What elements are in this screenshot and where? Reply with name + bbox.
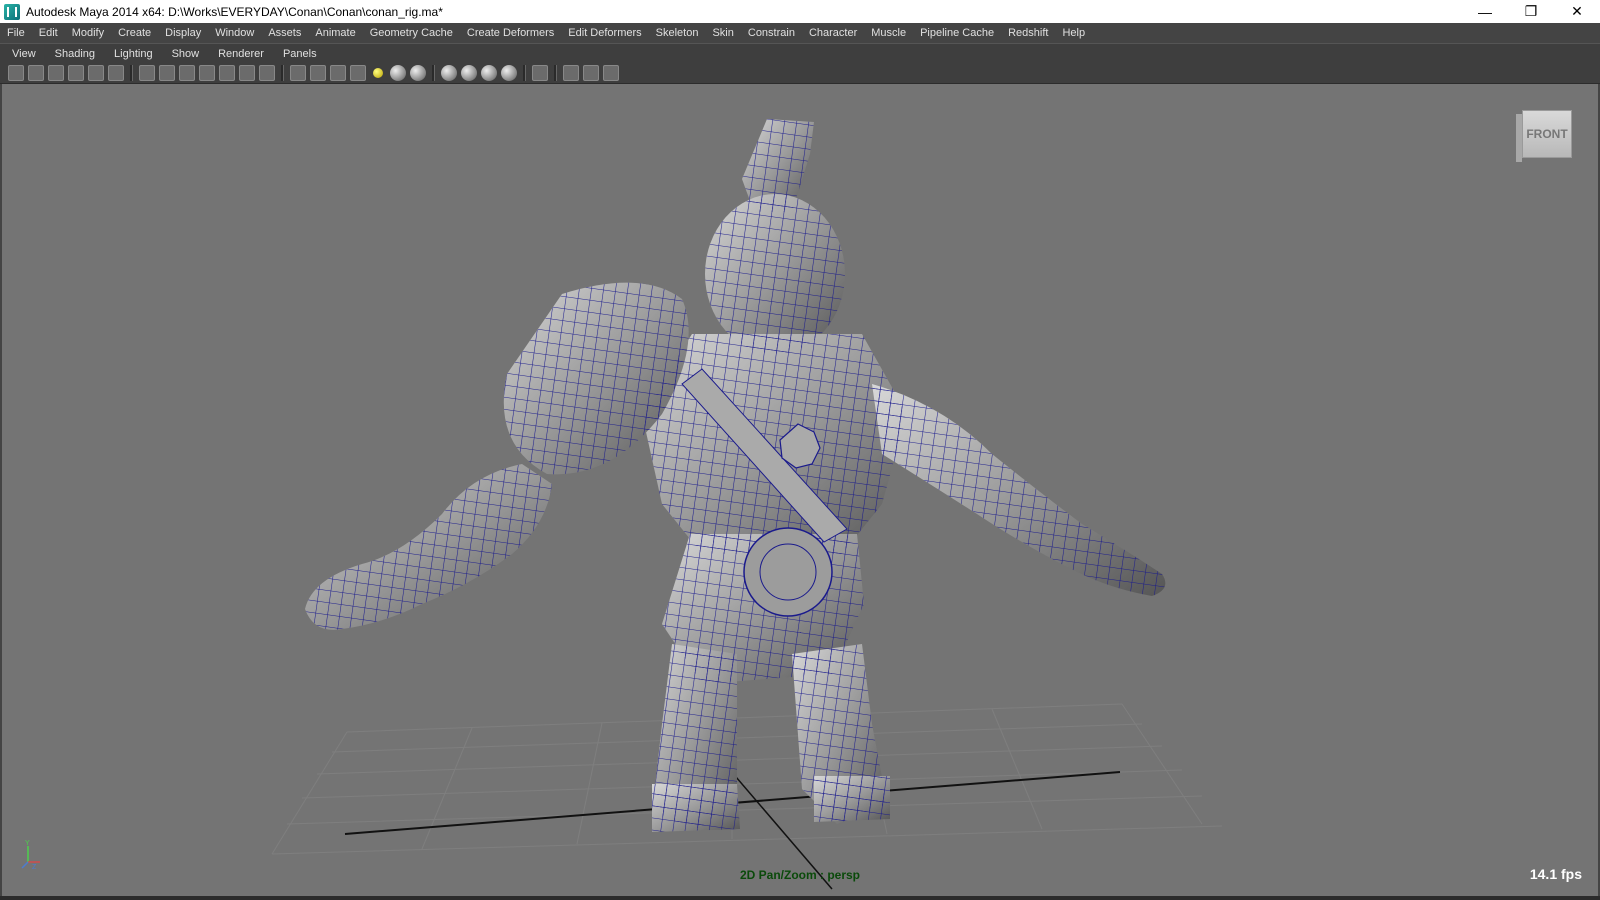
close-button[interactable]: ✕ [1554, 0, 1600, 23]
restore-button[interactable]: ❐ [1508, 0, 1554, 23]
character-mesh[interactable] [305, 119, 1166, 832]
camera-attributes-icon[interactable] [28, 64, 44, 81]
axis-y-label: Y [25, 840, 30, 847]
wireframe-icon[interactable] [290, 64, 306, 81]
viewcube-front-face[interactable]: FRONT [1522, 110, 1572, 158]
menu-edit-deformers[interactable]: Edit Deformers [561, 27, 648, 39]
menu-character[interactable]: Character [802, 27, 864, 39]
panel-menu-lighting[interactable]: Lighting [102, 48, 160, 60]
menu-edit[interactable]: Edit [32, 27, 65, 39]
menu-animate[interactable]: Animate [308, 27, 362, 39]
menu-geometry-cache[interactable]: Geometry Cache [363, 27, 460, 39]
textured-icon[interactable] [350, 64, 366, 81]
menu-file[interactable]: File [0, 27, 32, 39]
window-title: Autodesk Maya 2014 x64: D:\Works\EVERYDA… [26, 4, 443, 19]
ground-grid [271, 703, 1223, 855]
menu-pipeline-cache[interactable]: Pipeline Cache [913, 27, 1001, 39]
maya-app-icon [4, 3, 20, 20]
bookmark-icon[interactable] [48, 64, 64, 81]
safe-title-icon[interactable] [259, 64, 275, 81]
fps-readout: 14.1 fps [1529, 866, 1582, 882]
motion-blur-icon[interactable] [441, 64, 457, 81]
menu-modify[interactable]: Modify [65, 27, 111, 39]
grease-pencil-icon[interactable] [108, 64, 124, 81]
panel-menubar: View Shading Lighting Show Renderer Pane… [0, 43, 1600, 63]
film-gate-icon[interactable] [159, 64, 175, 81]
menu-create-deformers[interactable]: Create Deformers [460, 27, 561, 39]
field-chart-icon[interactable] [219, 64, 235, 81]
title-bar: Autodesk Maya 2014 x64: D:\Works\EVERYDA… [0, 0, 1600, 23]
use-all-lights-icon[interactable] [373, 67, 383, 78]
grid-icon[interactable] [139, 64, 155, 81]
menu-display[interactable]: Display [158, 27, 208, 39]
menu-skin[interactable]: Skin [705, 27, 740, 39]
menu-create[interactable]: Create [111, 27, 158, 39]
panel-menu-panels[interactable]: Panels [271, 48, 324, 60]
image-plane-icon[interactable] [68, 64, 84, 81]
toolbar-separator [432, 64, 435, 81]
minimize-button[interactable]: — [1462, 0, 1508, 23]
smooth-shade-icon[interactable] [310, 64, 326, 81]
xray-icon[interactable] [501, 64, 517, 81]
wireframe-on-shaded-icon[interactable] [330, 64, 346, 81]
depth-of-field-icon[interactable] [481, 64, 497, 81]
two-d-pan-zoom-icon[interactable] [88, 64, 104, 81]
menu-skeleton[interactable]: Skeleton [649, 27, 706, 39]
axis-gizmo-icon: Y Z [21, 840, 40, 870]
toolbar-separator [281, 64, 284, 81]
xray-joints-icon[interactable] [563, 64, 579, 81]
toolbar-separator [523, 64, 526, 81]
safe-action-icon[interactable] [239, 64, 255, 81]
main-menubar: File Edit Modify Create Display Window A… [0, 23, 1600, 43]
backface-culling-icon[interactable] [603, 64, 619, 81]
panel-menu-shading[interactable]: Shading [43, 48, 102, 60]
toolbar-separator [554, 64, 557, 81]
toolbar-separator [130, 64, 133, 81]
select-camera-icon[interactable] [8, 64, 24, 81]
panel-toolbar [0, 62, 1600, 84]
resolution-gate-icon[interactable] [179, 64, 195, 81]
camera-hud-label: 2D Pan/Zoom : persp [739, 868, 861, 882]
isolate-select-icon[interactable] [532, 64, 548, 81]
panel-menu-view[interactable]: View [0, 48, 43, 60]
perspective-viewport[interactable]: FRONT Y Z 2D Pan/Zoom : persp 14.1 fps [2, 84, 1598, 896]
menu-constrain[interactable]: Constrain [741, 27, 802, 39]
window-controls: — ❐ ✕ [1462, 0, 1600, 23]
xray-active-components-icon[interactable] [583, 64, 599, 81]
screen-space-ao-icon[interactable] [410, 64, 426, 81]
menu-window[interactable]: Window [208, 27, 261, 39]
panel-menu-show[interactable]: Show [160, 48, 207, 60]
viewcube[interactable]: FRONT [1516, 110, 1574, 162]
gate-mask-icon[interactable] [199, 64, 215, 81]
shadows-icon[interactable] [390, 64, 406, 81]
multisample-aa-icon[interactable] [461, 64, 477, 81]
panel-menu-renderer[interactable]: Renderer [206, 48, 271, 60]
bottom-border [0, 896, 1600, 900]
menu-redshift[interactable]: Redshift [1001, 27, 1055, 39]
menu-help[interactable]: Help [1055, 27, 1092, 39]
menu-muscle[interactable]: Muscle [864, 27, 913, 39]
scene-canvas[interactable] [2, 84, 1598, 896]
menu-assets[interactable]: Assets [261, 27, 308, 39]
